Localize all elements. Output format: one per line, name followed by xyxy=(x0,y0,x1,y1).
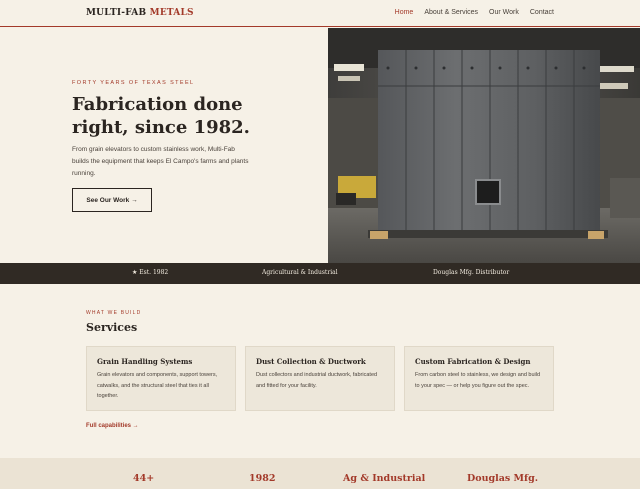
hero-description: From grain elevators to custom stainless… xyxy=(72,146,249,177)
strip-item-established: ★ Est. 1982 xyxy=(132,269,169,276)
hero-eyebrow: FORTY YEARS OF TEXAS STEEL xyxy=(72,80,195,86)
nav-about-services[interactable]: About & Services xyxy=(424,9,478,16)
nav-home[interactable]: Home xyxy=(395,9,414,16)
see-our-work-button[interactable]: See Our Work → xyxy=(72,188,152,212)
logo[interactable]: MULTI-FAB METALS xyxy=(86,8,194,18)
site-header: MULTI-FAB METALS Home About & Services O… xyxy=(0,0,640,27)
hero-photo-illustration xyxy=(328,28,640,263)
stat-sectors: Ag & Industrial xyxy=(343,473,426,484)
services-title: Services xyxy=(86,321,138,334)
nav-contact[interactable]: Contact xyxy=(530,9,554,16)
hero-title: Fabrication done right, since 1982. xyxy=(72,94,250,138)
strip-item-distributor: Douglas Mfg. Distributor xyxy=(433,269,510,276)
service-card: Grain Handling Systems Grain elevators a… xyxy=(86,346,236,411)
full-capabilities-link[interactable]: Full capabilities → xyxy=(86,423,139,429)
service-card-title: Dust Collection & Ductwork xyxy=(256,357,366,366)
service-card: Dust Collection & Ductwork Dust collecto… xyxy=(245,346,395,411)
main-nav: Home About & Services Our Work Contact xyxy=(395,9,554,16)
service-card-title: Grain Handling Systems xyxy=(97,357,193,366)
stat-founded: 1982 xyxy=(249,473,276,484)
trust-strip: ★ Est. 1982 Agricultural & Industrial Do… xyxy=(0,263,640,284)
logo-text-primary: MULTI-FAB xyxy=(86,8,147,18)
nav-our-work[interactable]: Our Work xyxy=(489,9,519,16)
service-card-text: Grain elevators and components, support … xyxy=(97,372,218,399)
strip-item-sectors: Agricultural & Industrial xyxy=(262,269,338,276)
stats-band: 44+ 1982 Ag & Industrial Douglas Mfg. xyxy=(0,458,640,489)
stat-years: 44+ xyxy=(133,473,155,484)
logo-text-accent: METALS xyxy=(149,8,194,18)
service-card-title: Custom Fabrication & Design xyxy=(415,357,531,366)
services-eyebrow: WHAT WE BUILD xyxy=(86,310,142,316)
service-card-text: From carbon steel to stainless, we desig… xyxy=(415,372,541,389)
service-card: Custom Fabrication & Design From carbon … xyxy=(404,346,554,411)
service-card-text: Dust collectors and industrial ductwork,… xyxy=(256,372,378,389)
stat-distributor: Douglas Mfg. xyxy=(467,473,539,484)
hero-photo xyxy=(328,28,640,263)
